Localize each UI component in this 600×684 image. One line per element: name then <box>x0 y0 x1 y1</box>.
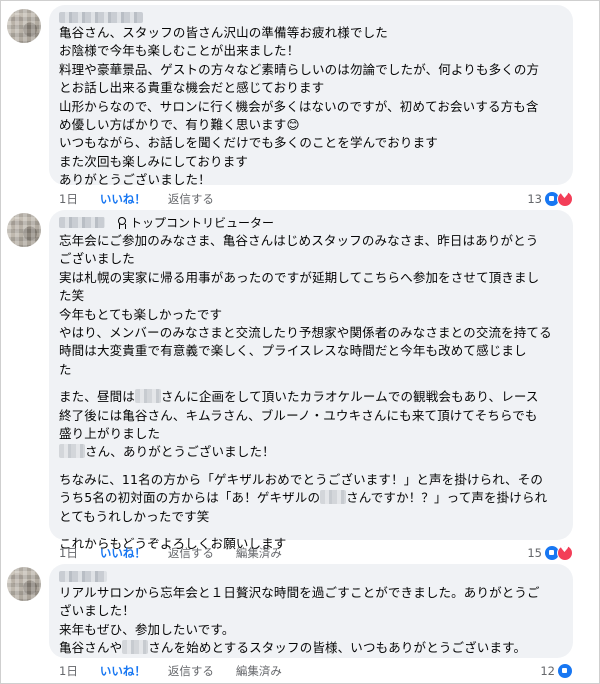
like-button[interactable]: いいね！ <box>100 191 146 207</box>
text-line: た笑 <box>59 288 85 304</box>
text-line: 忘年会にご参加のみなさま、亀谷さんはじめスタッフのみなさま、昨日はありがとう <box>59 233 539 248</box>
text-line: ありがとうございました！ <box>59 172 211 188</box>
text-line: また次回も楽しみにしております <box>59 153 249 169</box>
edited-label[interactable]: 編集済み <box>236 663 282 679</box>
text-line: リアルサロンから忘年会と１日贅沢な時間を過ごすことができました。ありがとうご <box>59 585 540 600</box>
love-icon <box>557 190 573 207</box>
reaction-summary[interactable]: 15 <box>527 544 573 561</box>
author-name[interactable]: トップコントリビューター <box>59 214 274 231</box>
comment-bubble: 亀谷さん、スタッフの皆さん沢山の準備等お疲れ様でした お陰様で今年も楽しむことが… <box>49 5 573 187</box>
comment-actions: 1日 いいね！ 返信する 編集済み <box>59 663 304 679</box>
reaction-summary[interactable]: 12 <box>540 663 573 679</box>
blurred-name <box>59 217 105 228</box>
text-line: め優しい方ばかりで、有り難く思います😊 <box>59 117 300 133</box>
text-line: とてもうれしかったです笑 <box>59 508 210 524</box>
blurred-name <box>59 444 85 459</box>
timestamp-link[interactable]: 1日 <box>59 191 78 207</box>
text-line: さん、ありがとうございました！ <box>59 443 565 461</box>
text-line: ちなみに、11名の方から「ゲキザルおめでとうございます！」と声を掛けられ、その <box>59 471 544 487</box>
reply-button[interactable]: 返信する <box>168 191 214 207</box>
comment-actions: 1日 いいね！ 返信する <box>59 191 236 207</box>
reply-button[interactable]: 返信する <box>168 663 214 679</box>
text-line: やはり、メンバーのみなさまと交流したり予想家や関係者のみなさまとの交流を持てる <box>59 325 552 341</box>
text-line: ざいました！ <box>59 603 135 619</box>
text-line: た <box>59 361 72 377</box>
author-name[interactable] <box>59 570 107 583</box>
text-line: 終了後には亀谷さん、キムラさん、ブルーノ・ユウキさんにも来て頂けてそちらでも <box>59 407 538 423</box>
text-line: うち5名の初対面の方からは「あ！ゲキザルの さんですか！？」って声を掛けられ <box>59 490 548 506</box>
blurred-name <box>320 490 347 505</box>
blurred-name <box>59 12 143 23</box>
comment-bubble: リアルサロンから忘年会と１日贅沢な時間を過ごすことができました。ありがとうご ざ… <box>49 564 573 658</box>
text-line: いつもながら、お話しを聞くだけでも多くのことを学んでおります <box>59 135 438 151</box>
reaction-count: 13 <box>527 192 542 206</box>
avatar[interactable] <box>7 213 41 247</box>
text-line: また、昼間は さんに企画をして頂いたカラオケルームでの観戦会もあり、レース <box>59 389 539 405</box>
like-button[interactable]: いいね！ <box>100 663 146 679</box>
timestamp-link[interactable]: 1日 <box>59 545 78 561</box>
text-line: 山形からなので、サロンに行く機会が多くはないのですが、初めてお会いする方も含 <box>59 98 539 114</box>
like-button[interactable]: いいね！ <box>100 545 146 561</box>
badge-icon <box>117 216 127 229</box>
top-contributor-badge: トップコントリビューター <box>117 214 274 231</box>
text-line: お陰様で今年も楽しむことが出来ました！ <box>59 43 300 59</box>
badge-label: トップコントリビューター <box>130 216 275 230</box>
reply-button[interactable]: 返信する <box>168 545 214 561</box>
text-line: 来年もぜひ、参加したいです。 <box>59 621 235 637</box>
text-line: とお話し出来る貴重な機会だと感じております <box>59 80 325 96</box>
text-line: ございました <box>59 251 135 267</box>
blurred-name <box>59 571 107 582</box>
text-line: 実は札幌の実家に帰る用事があったのですが延期してこちらへ参加をさせて頂きまし <box>59 269 540 285</box>
comment-thread: 亀谷さん、スタッフの皆さん沢山の準備等お疲れ様でした お陰様で今年も楽しむことが… <box>0 0 600 684</box>
comment-text: 忘年会にご参加のみなさま、亀谷さんはじめスタッフのみなさま、昨日はありがとう ご… <box>59 232 565 554</box>
comment-bubble: トップコントリビューター 忘年会にご参加のみなさま、亀谷さんはじめスタッフのみな… <box>49 210 573 551</box>
reaction-count: 12 <box>540 664 555 678</box>
comment-text: 亀谷さん、スタッフの皆さん沢山の準備等お疲れ様でした お陰様で今年も楽しむことが… <box>59 24 565 190</box>
text-line: 時間は大変貴重で有意義で楽しく、プライスレスな時間だと今年も改めて感じまし <box>59 343 527 359</box>
text-line: 亀谷さんや さんを始めとするスタッフの皆様、いつもありがとうございます。 <box>59 640 527 656</box>
comment-actions: 1日 いいね！ 返信する 編集済み <box>59 545 304 561</box>
text-line: 盛り上がりました <box>59 426 161 442</box>
blurred-name <box>122 640 149 655</box>
reaction-summary[interactable]: 13 <box>527 190 573 207</box>
text-line: 料理や豪華景品、ゲストの方々など素晴らしいのは勿論でしたが、何よりも多くの方 <box>59 61 540 77</box>
text-line: 今年もとても楽しかったです <box>59 306 223 322</box>
edited-label[interactable]: 編集済み <box>236 545 282 561</box>
blurred-name <box>134 389 161 404</box>
love-icon <box>557 544 573 561</box>
comment-text: リアルサロンから忘年会と１日贅沢な時間を過ごすことができました。ありがとうご ざ… <box>59 584 565 658</box>
reaction-count: 15 <box>527 546 542 560</box>
avatar[interactable] <box>7 9 41 43</box>
like-icon <box>557 663 573 679</box>
author-name[interactable] <box>59 11 143 24</box>
avatar[interactable] <box>7 567 41 601</box>
timestamp-link[interactable]: 1日 <box>59 663 78 679</box>
text-line: 亀谷さん、スタッフの皆さん沢山の準備等お疲れ様でした <box>59 25 388 40</box>
